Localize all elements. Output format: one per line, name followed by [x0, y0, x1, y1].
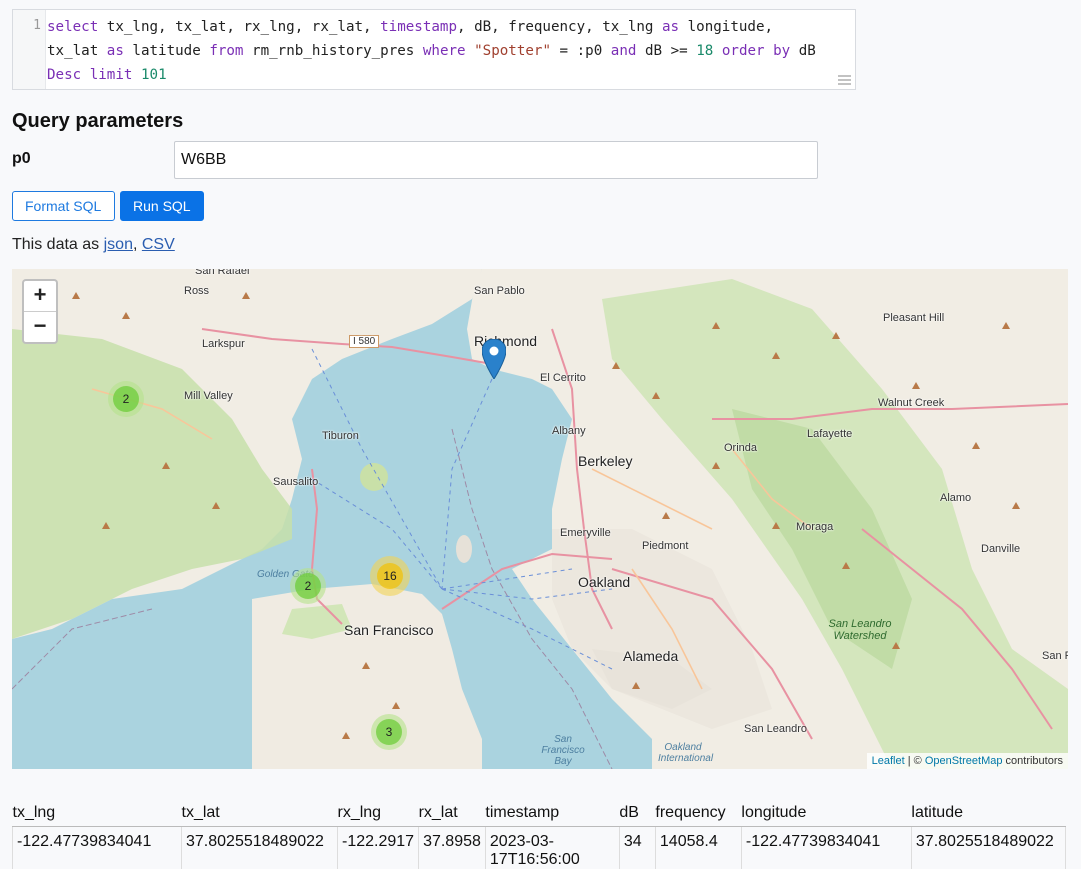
data-links-prefix: This data as — [12, 236, 104, 253]
map-label-piedmont: Piedmont — [642, 540, 688, 552]
results-table: tx_lng tx_lat rx_lng rx_lat timestamp dB… — [12, 800, 1066, 869]
map-label-san-pablo: San Pablo — [474, 285, 525, 297]
map-label-pleasant-hill: Pleasant Hill — [883, 312, 944, 324]
column-header[interactable]: frequency — [655, 800, 741, 827]
map-label-berkeley: Berkeley — [578, 453, 632, 469]
map-label-san-francisco: San Francisco — [344, 622, 433, 638]
map-label-san-leandro: San Leandro — [744, 723, 807, 735]
map-marker-icon[interactable] — [482, 339, 506, 379]
map-cluster[interactable]: 2 — [108, 381, 144, 417]
column-header[interactable]: rx_lng — [338, 800, 419, 827]
links-separator: , — [133, 236, 137, 253]
leaflet-link[interactable]: Leaflet — [872, 755, 905, 767]
openstreetmap-link[interactable]: OpenStreetMap — [925, 755, 1003, 767]
map-label-ross: Ross — [184, 285, 209, 297]
query-parameters-heading: Query parameters — [12, 110, 183, 133]
resize-handle-icon[interactable] — [838, 75, 851, 85]
csv-link[interactable]: CSV — [142, 236, 175, 253]
sql-code[interactable]: select tx_lng, tx_lat, rx_lng, rx_lat, t… — [47, 15, 845, 87]
map-cluster[interactable]: 2 — [290, 568, 326, 604]
map-label-alameda: Alameda — [623, 648, 678, 664]
map-label-larkspur: Larkspur — [202, 338, 245, 350]
cluster-count: 2 — [295, 573, 321, 599]
cluster-count: 3 — [376, 719, 402, 745]
attribution-suffix: contributors — [1002, 755, 1063, 767]
map-cluster[interactable]: 3 — [371, 714, 407, 750]
map-label-san-rafael: San Rafael — [195, 269, 249, 277]
cluster-count: 2 — [113, 386, 139, 412]
map-label-oakland: Oakland — [578, 574, 630, 590]
map-label-emeryville: Emeryville — [560, 527, 611, 539]
map-label-walnut-creek: Walnut Creek — [878, 397, 944, 409]
param-label-p0: p0 — [12, 150, 31, 168]
sql-editor[interactable]: 1 select tx_lng, tx_lat, rx_lng, rx_lat,… — [12, 9, 856, 90]
table-header-row: tx_lng tx_lat rx_lng rx_lat timestamp dB… — [13, 800, 1066, 827]
map-label-sausalito: Sausalito — [273, 476, 318, 488]
attribution-sep: | © — [905, 755, 925, 767]
column-header[interactable]: latitude — [911, 800, 1065, 827]
map-label-lafayette: Lafayette — [807, 428, 852, 440]
zoom-out-button[interactable]: − — [24, 311, 56, 342]
cluster-count: 16 — [377, 563, 403, 589]
format-sql-button[interactable]: Format SQL — [12, 191, 115, 221]
map-label-oakland-airport: Oakland International — [658, 742, 708, 764]
map-label-orinda: Orinda — [724, 442, 757, 454]
zoom-control: + − — [22, 279, 58, 344]
map[interactable]: Richmond San Pablo El Cerrito Albany Ber… — [12, 269, 1068, 769]
map-label-tiburon: Tiburon — [322, 430, 359, 442]
map-label-san-leandro-watershed: San Leandro Watershed — [820, 618, 900, 642]
map-label-san-r: San R — [1042, 650, 1068, 662]
param-input-p0[interactable] — [174, 141, 818, 179]
column-header[interactable]: timestamp — [485, 800, 619, 827]
map-label-albany: Albany — [552, 425, 586, 437]
zoom-in-button[interactable]: + — [24, 281, 56, 311]
editor-gutter: 1 — [13, 10, 46, 89]
map-label-sf-bay: San Francisco Bay — [533, 734, 593, 767]
data-export-links: This data as json, CSV — [12, 236, 175, 254]
map-cluster[interactable]: 16 — [370, 556, 410, 596]
column-header[interactable]: tx_lng — [13, 800, 182, 827]
run-sql-button[interactable]: Run SQL — [120, 191, 204, 221]
column-header[interactable]: dB — [619, 800, 655, 827]
json-link[interactable]: json — [104, 236, 133, 253]
column-header[interactable]: rx_lat — [419, 800, 486, 827]
column-header[interactable]: longitude — [741, 800, 911, 827]
map-label-i580: I 580 — [349, 335, 379, 348]
map-label-el-cerrito: El Cerrito — [540, 372, 586, 384]
column-header[interactable]: tx_lat — [182, 800, 338, 827]
map-label-moraga: Moraga — [796, 521, 833, 533]
map-label-alamo: Alamo — [940, 492, 971, 504]
line-number: 1 — [13, 18, 41, 33]
map-attribution: Leaflet | © OpenStreetMap contributors — [867, 753, 1068, 769]
map-label-mill-valley: Mill Valley — [184, 390, 233, 402]
map-label-danville: Danville — [981, 543, 1020, 555]
map-tiles — [12, 269, 1068, 769]
